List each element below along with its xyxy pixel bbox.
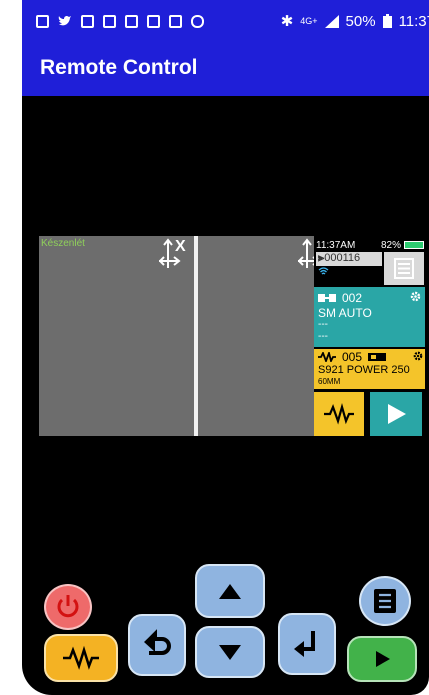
heater-button-small[interactable] bbox=[314, 392, 364, 436]
bag-icon bbox=[191, 14, 204, 28]
enter-icon bbox=[294, 631, 315, 657]
arrow-up-icon bbox=[219, 584, 241, 599]
bluetooth-icon: ✱ bbox=[280, 13, 294, 30]
gallery-icon bbox=[81, 14, 94, 28]
arc-counter-value: 000116 bbox=[324, 252, 361, 264]
device-screen: ✱ 4G+ 50% 11:37 Remote Control Készenlét… bbox=[22, 0, 429, 695]
mail-icon bbox=[169, 14, 182, 28]
gear-icon bbox=[410, 291, 421, 302]
start-button[interactable] bbox=[347, 636, 417, 682]
list-menu-icon bbox=[374, 589, 396, 613]
power-button[interactable] bbox=[44, 584, 92, 630]
heater-wave-icon bbox=[318, 352, 336, 362]
down-button[interactable] bbox=[195, 626, 265, 678]
phone-frame: ✱ 4G+ 50% 11:37 Remote Control Készenlét… bbox=[0, 0, 429, 695]
x-axis-label: X bbox=[175, 238, 186, 255]
notification-icons bbox=[22, 14, 204, 28]
menu-button[interactable] bbox=[359, 576, 411, 626]
power-icon bbox=[57, 595, 79, 618]
back-button[interactable] bbox=[128, 614, 186, 676]
gear-icon bbox=[413, 351, 423, 361]
side-panel: 11:37AM 82% ⫸000116 002 SM AUTO --- --- … bbox=[314, 236, 425, 436]
program-name: SM AUTO bbox=[318, 306, 372, 320]
page-title: Remote Control bbox=[40, 56, 198, 79]
program-header: 002 bbox=[318, 291, 362, 305]
panel-battery-icon bbox=[404, 241, 424, 249]
system-status: ✱ 4G+ 50% 11:37 bbox=[280, 12, 429, 31]
panel-battery-percent: 82% bbox=[380, 239, 401, 251]
fiber-divider bbox=[194, 236, 198, 436]
fiber-splice-icon bbox=[318, 294, 336, 302]
signal-icon bbox=[324, 14, 339, 28]
battery-icon bbox=[382, 14, 392, 28]
play-icon bbox=[376, 651, 390, 667]
enter-button[interactable] bbox=[278, 613, 336, 675]
splice-program-card[interactable]: 002 SM AUTO --- --- bbox=[314, 287, 425, 347]
network-type: 4G+ bbox=[300, 16, 318, 26]
heater-name: S921 POWER 250 bbox=[318, 364, 410, 376]
heater-button[interactable] bbox=[44, 634, 118, 682]
status-text: Készenlét bbox=[41, 238, 85, 249]
panel-time: 11:37AM bbox=[316, 239, 356, 251]
program-line-2: --- bbox=[318, 319, 328, 330]
status-bar: ✱ 4G+ 50% 11:37 bbox=[22, 0, 429, 42]
arrow-down-icon bbox=[219, 645, 241, 660]
heater-program-card[interactable]: 005 S921 POWER 250 60MM bbox=[314, 349, 425, 389]
heater-wave-icon bbox=[63, 645, 99, 670]
x-axis-indicator: X bbox=[159, 238, 189, 270]
list-menu-icon bbox=[394, 258, 414, 279]
twitter-icon bbox=[58, 15, 71, 25]
back-arrow-icon bbox=[144, 629, 171, 655]
heater-size: 60MM bbox=[318, 377, 341, 386]
heater-wave-icon bbox=[324, 402, 354, 425]
panel-battery: 82% bbox=[381, 240, 424, 251]
arc-counter: ⫸000116 bbox=[316, 252, 382, 266]
program-line-3: --- bbox=[318, 331, 328, 342]
wifi-box-icon bbox=[125, 14, 138, 28]
up-button[interactable] bbox=[195, 564, 265, 618]
media-icon bbox=[103, 14, 116, 28]
app-bar: Remote Control bbox=[22, 42, 429, 96]
program-number: 002 bbox=[342, 291, 363, 305]
sleeve-icon bbox=[368, 353, 387, 361]
panel-menu-button[interactable] bbox=[384, 252, 424, 285]
battery-percent: 50% bbox=[345, 12, 376, 30]
clock: 11:37 bbox=[398, 12, 429, 30]
wifi-icon bbox=[318, 267, 329, 278]
heater-number: 005 bbox=[342, 350, 363, 364]
calendar-icon bbox=[147, 14, 160, 28]
camera-view: Készenlét X Y bbox=[39, 236, 325, 436]
start-button-small[interactable] bbox=[370, 392, 422, 436]
message-icon bbox=[36, 14, 49, 28]
heater-header: 005 bbox=[318, 350, 387, 364]
panel-status-row: 11:37AM 82% bbox=[316, 238, 424, 252]
play-icon bbox=[388, 404, 406, 424]
